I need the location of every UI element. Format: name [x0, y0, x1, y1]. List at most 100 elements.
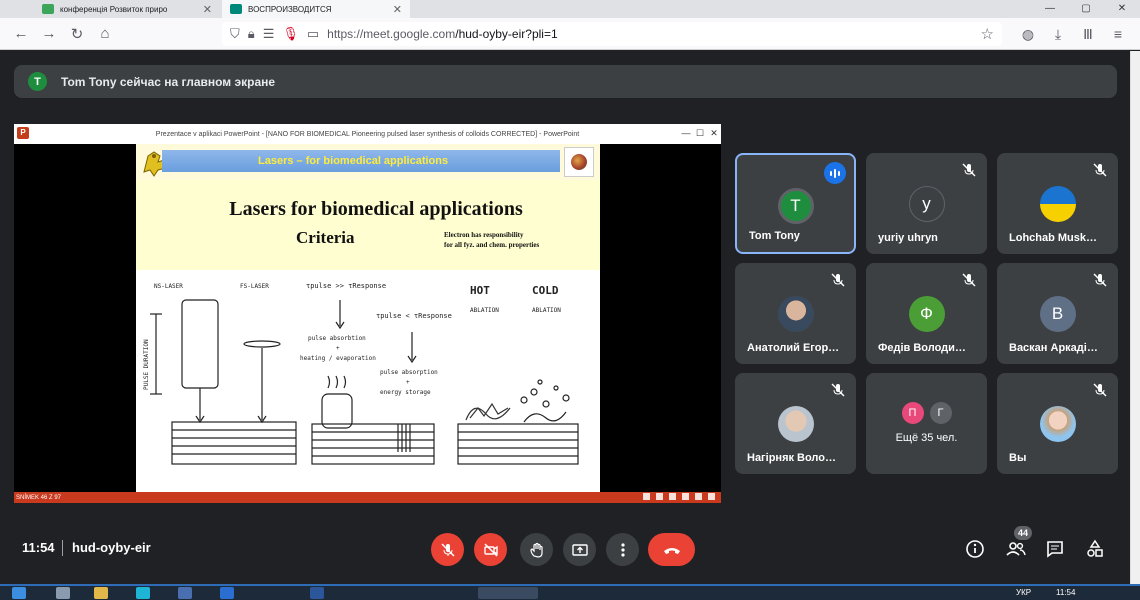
avatar: Ф: [908, 296, 945, 332]
menu-icon[interactable]: ≡: [1108, 22, 1128, 46]
download-icon[interactable]: ⤓: [1048, 22, 1068, 46]
participant-tile[interactable]: Нагірняк Воло…: [735, 373, 856, 474]
activities-button[interactable]: [1083, 537, 1107, 561]
participant-name: yuriy uhryn: [878, 232, 938, 244]
meeting-code[interactable]: hud-oyby-eir: [72, 540, 151, 555]
close-tab-icon[interactable]: ✕: [203, 3, 212, 16]
mic-off-icon: [1093, 383, 1107, 397]
speaking-indicator-icon: [824, 162, 846, 184]
meeting-info-button[interactable]: [963, 537, 987, 561]
step-label: heating / evaporation: [300, 355, 376, 362]
toggle-camera-button[interactable]: [474, 533, 507, 566]
slide-title: Lasers for biomedical applications: [229, 198, 523, 220]
participant-name: Федів Володи…: [878, 342, 966, 354]
info-icon: [966, 540, 984, 558]
step-label: energy storage: [380, 389, 431, 396]
view-icon: [682, 493, 689, 500]
participant-name: Вы: [1009, 452, 1027, 464]
ns-laser-label: NS-LASER: [154, 283, 183, 290]
more-vert-icon: [620, 542, 625, 557]
more-avatars: П Г: [901, 402, 952, 424]
chat-button[interactable]: [1043, 537, 1067, 561]
address-bar[interactable]: ⛉ 🔒︎ ☰ 🎙︎ ▭ https://meet.google.com/hud-…: [222, 22, 1002, 46]
presenter-avatar: T: [28, 72, 47, 91]
language-indicator[interactable]: УКР: [1016, 588, 1031, 597]
participant-tile[interactable]: В Васкан Аркаді…: [997, 263, 1118, 364]
activities-icon: [1087, 539, 1103, 557]
more-participants-tile[interactable]: П Г Ещё 35 чел.: [866, 373, 987, 474]
leave-call-button[interactable]: [648, 533, 695, 566]
ukraine-badge-avatar: [1039, 186, 1076, 222]
mic-off-icon: [831, 273, 845, 287]
search-icon[interactable]: [56, 587, 70, 599]
shared-screen[interactable]: P Prezentace v aplikaci PowerPoint - [NA…: [14, 124, 721, 503]
close-tab-icon[interactable]: ✕: [393, 3, 402, 16]
home-icon[interactable]: ⌂: [94, 23, 116, 45]
participant-tile[interactable]: y yuriy uhryn: [866, 153, 987, 254]
pulse-duration-label: PULSE DURATION: [143, 339, 150, 390]
slide-subtitle: Criteria: [296, 228, 355, 247]
toggle-mic-button[interactable]: [431, 533, 464, 566]
mic-off-icon: [962, 163, 976, 177]
mic-off-icon: [1093, 163, 1107, 177]
reload-icon[interactable]: ↻: [66, 23, 88, 45]
word-icon[interactable]: [310, 587, 324, 599]
meet-main: T Tom Tony сейчас на главном экране P Pr…: [0, 51, 1130, 584]
participant-tile[interactable]: Lohchab Musk…: [997, 153, 1118, 254]
participant-tile[interactable]: T Tom Tony: [735, 153, 856, 254]
tpulse-label-2: τpulse < τResponse: [376, 312, 452, 320]
present-screen-button[interactable]: [563, 533, 596, 566]
favicon-icon: [230, 4, 242, 14]
slide-title-area: Lasers for biomedical applications Crite…: [136, 180, 600, 270]
tab-label: конференція Розвиток приро: [60, 4, 168, 14]
forward-icon[interactable]: →: [38, 23, 60, 45]
avatar: П: [901, 402, 924, 424]
photo-avatar: [777, 406, 814, 442]
tpulse-label-1: τpulse >> τResponse: [306, 282, 386, 290]
folder-icon[interactable]: [94, 587, 108, 599]
nano-logo: [564, 147, 594, 177]
more-options-button[interactable]: [606, 533, 639, 566]
taskbar-clock[interactable]: 11:54: [1056, 588, 1075, 597]
app-icon[interactable]: [220, 587, 234, 599]
microphone-icon[interactable]: 🎙︎: [282, 26, 299, 42]
library-icon[interactable]: Ⅲ: [1078, 22, 1098, 46]
photo-avatar: [777, 296, 814, 332]
start-icon[interactable]: [12, 587, 26, 599]
mic-off-icon: [1093, 273, 1107, 287]
mic-off-icon: [962, 273, 976, 287]
shield-icon[interactable]: ⛉: [230, 26, 240, 42]
globe-icon[interactable]: ◍: [1018, 22, 1038, 46]
participant-tile[interactable]: Ф Федів Володи…: [866, 263, 987, 364]
slide-header: Lasers – for biomedical applications: [136, 144, 600, 180]
minimize-icon[interactable]: —: [1032, 0, 1068, 18]
close-window-icon[interactable]: ✕: [1104, 0, 1140, 18]
meeting-time: 11:54: [22, 540, 55, 555]
page-scrollbar[interactable]: [1130, 51, 1140, 584]
permissions-icon[interactable]: ☰: [263, 26, 275, 42]
url-text[interactable]: https://meet.google.com/hud-oyby-eir?pli…: [327, 27, 557, 41]
maximize-icon[interactable]: ▢: [1068, 0, 1104, 18]
people-icon: [1006, 542, 1026, 556]
hot-label: HOT: [470, 284, 490, 297]
participant-tile[interactable]: Анатолий Егор…: [735, 263, 856, 364]
browser-tab[interactable]: конференція Розвиток приро ✕: [34, 0, 220, 18]
active-app-icon[interactable]: [478, 587, 538, 599]
app-icon[interactable]: [178, 587, 192, 599]
minimize-icon: —: [681, 128, 691, 138]
participant-name: Tom Tony: [749, 230, 800, 242]
mic-off-icon: [831, 383, 845, 397]
avatar: В: [1039, 296, 1076, 332]
lock-icon[interactable]: 🔒︎: [248, 26, 255, 42]
people-button[interactable]: [1004, 537, 1028, 561]
browser-toolbar: ← → ↻ ⌂ ⛉ 🔒︎ ☰ 🎙︎ ▭ https://meet.google.…: [0, 18, 1140, 50]
raise-hand-button[interactable]: [520, 533, 553, 566]
self-tile[interactable]: Вы: [997, 373, 1118, 474]
browser-icon[interactable]: [136, 587, 150, 599]
close-icon: ✕: [710, 128, 718, 138]
back-icon[interactable]: ←: [10, 23, 32, 45]
page-icon[interactable]: ▭: [307, 26, 319, 42]
chat-icon: [1047, 541, 1063, 558]
bookmark-star-icon[interactable]: ☆: [981, 25, 994, 43]
browser-tab-active[interactable]: ВОСПРОИЗВОДИТСЯ ✕: [222, 0, 410, 18]
